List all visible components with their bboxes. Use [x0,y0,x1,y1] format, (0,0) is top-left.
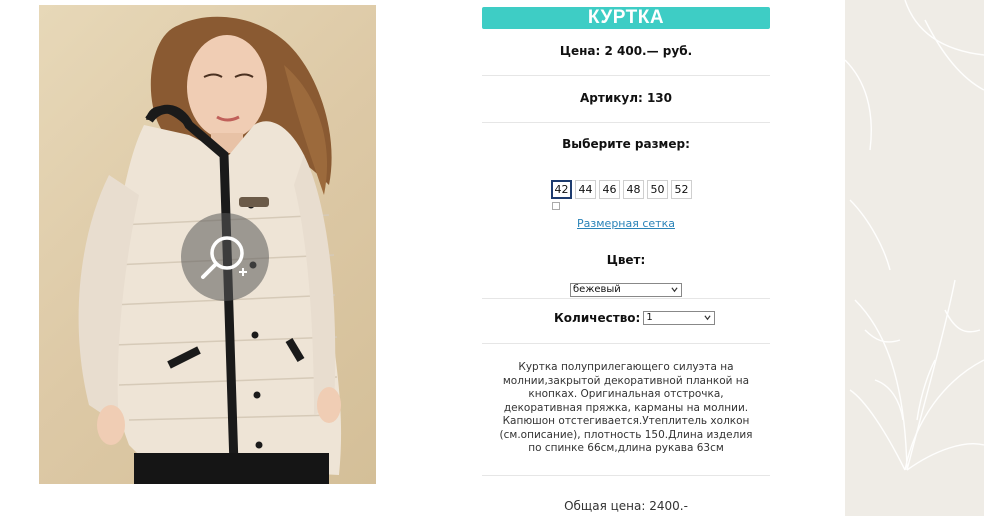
quantity-select-value: 1 [646,312,653,323]
size-checkbox[interactable] [552,202,560,210]
divider [482,475,770,476]
size-option-44[interactable]: 44 [575,180,596,199]
chevron-down-icon [704,315,711,321]
quantity-row: Количество: 1 [554,311,716,325]
divider [482,75,770,76]
quantity-label: Количество: [554,311,641,325]
size-option-42[interactable]: 42 [551,180,572,199]
choose-size-label: Выберите размер: [562,137,690,151]
size-selector: 42 44 46 48 50 52 [551,180,692,199]
divider [482,122,770,123]
color-select-value: бежевый [573,284,621,295]
size-option-52[interactable]: 52 [671,180,692,199]
quantity-select[interactable]: 1 [643,311,716,325]
product-price: Цена: 2 400.— руб. [559,44,693,58]
size-option-48[interactable]: 48 [623,180,644,199]
divider [482,343,770,344]
product-photo[interactable] [39,5,376,484]
zoom-button[interactable] [181,213,269,301]
total-price: Общая цена: 2400.- [564,499,688,513]
zoom-in-magnifier-icon [201,236,247,279]
size-option-46[interactable]: 46 [599,180,620,199]
decorative-floral-panel [845,0,984,516]
divider [482,298,770,299]
color-label: Цвет: [606,253,646,267]
product-description: Куртка полуприлегающего силуэта на молни… [499,361,753,454]
color-select[interactable]: бежевый [570,283,682,297]
product-article: Артикул: 130 [579,91,673,105]
product-title: КУРТКА [482,7,770,29]
chevron-down-icon [671,287,678,293]
product-info: КУРТКА Цена: 2 400.— руб. Артикул: 130 В… [482,7,770,513]
size-chart-link[interactable]: Размерная сетка [482,217,770,230]
size-option-50[interactable]: 50 [647,180,668,199]
